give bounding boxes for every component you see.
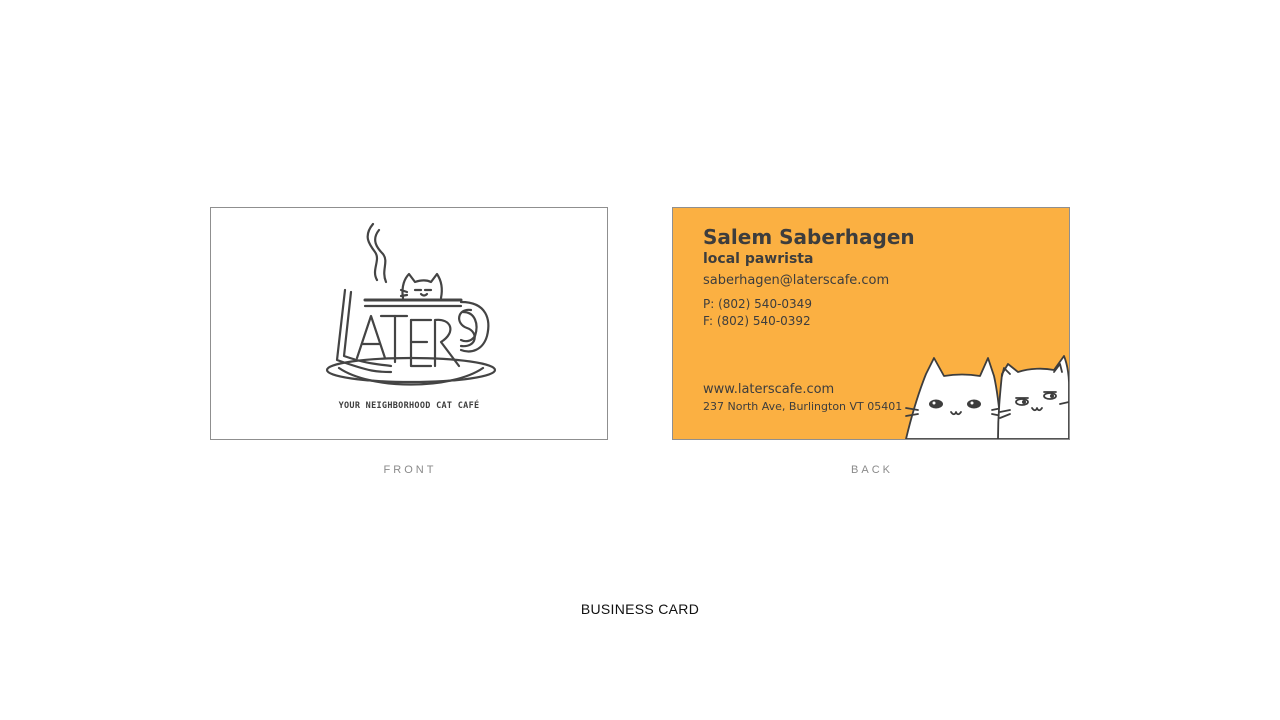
card-holder-name: Salem Saberhagen bbox=[703, 225, 915, 249]
section-title: BUSINESS CARD bbox=[580, 601, 700, 617]
two-cats-peeking-icon bbox=[905, 355, 1069, 439]
email-address: saberhagen@laterscafe.com bbox=[703, 273, 890, 288]
laters-cat-cup-logo-icon bbox=[325, 222, 497, 386]
business-card-back: Salem Saberhagen local pawrista saberhag… bbox=[672, 207, 1070, 440]
phone-number: P: (802) 540-0349 bbox=[703, 297, 812, 311]
card-holder-role: local pawrista bbox=[703, 251, 814, 267]
business-card-front: YOUR NEIGHBORHOOD CAT CAFÉ bbox=[210, 207, 608, 440]
street-address: 237 North Ave, Burlington VT 05401 bbox=[703, 400, 903, 413]
fax-number: F: (802) 540-0392 bbox=[703, 314, 811, 328]
presentation-board: YOUR NEIGHBORHOOD CAT CAFÉ FRONT Salem S… bbox=[0, 0, 1280, 720]
website-url: www.laterscafe.com bbox=[703, 382, 835, 397]
back-caption: BACK bbox=[851, 464, 893, 476]
tagline: YOUR NEIGHBORHOOD CAT CAFÉ bbox=[338, 401, 480, 411]
front-caption: FRONT bbox=[383, 464, 437, 476]
